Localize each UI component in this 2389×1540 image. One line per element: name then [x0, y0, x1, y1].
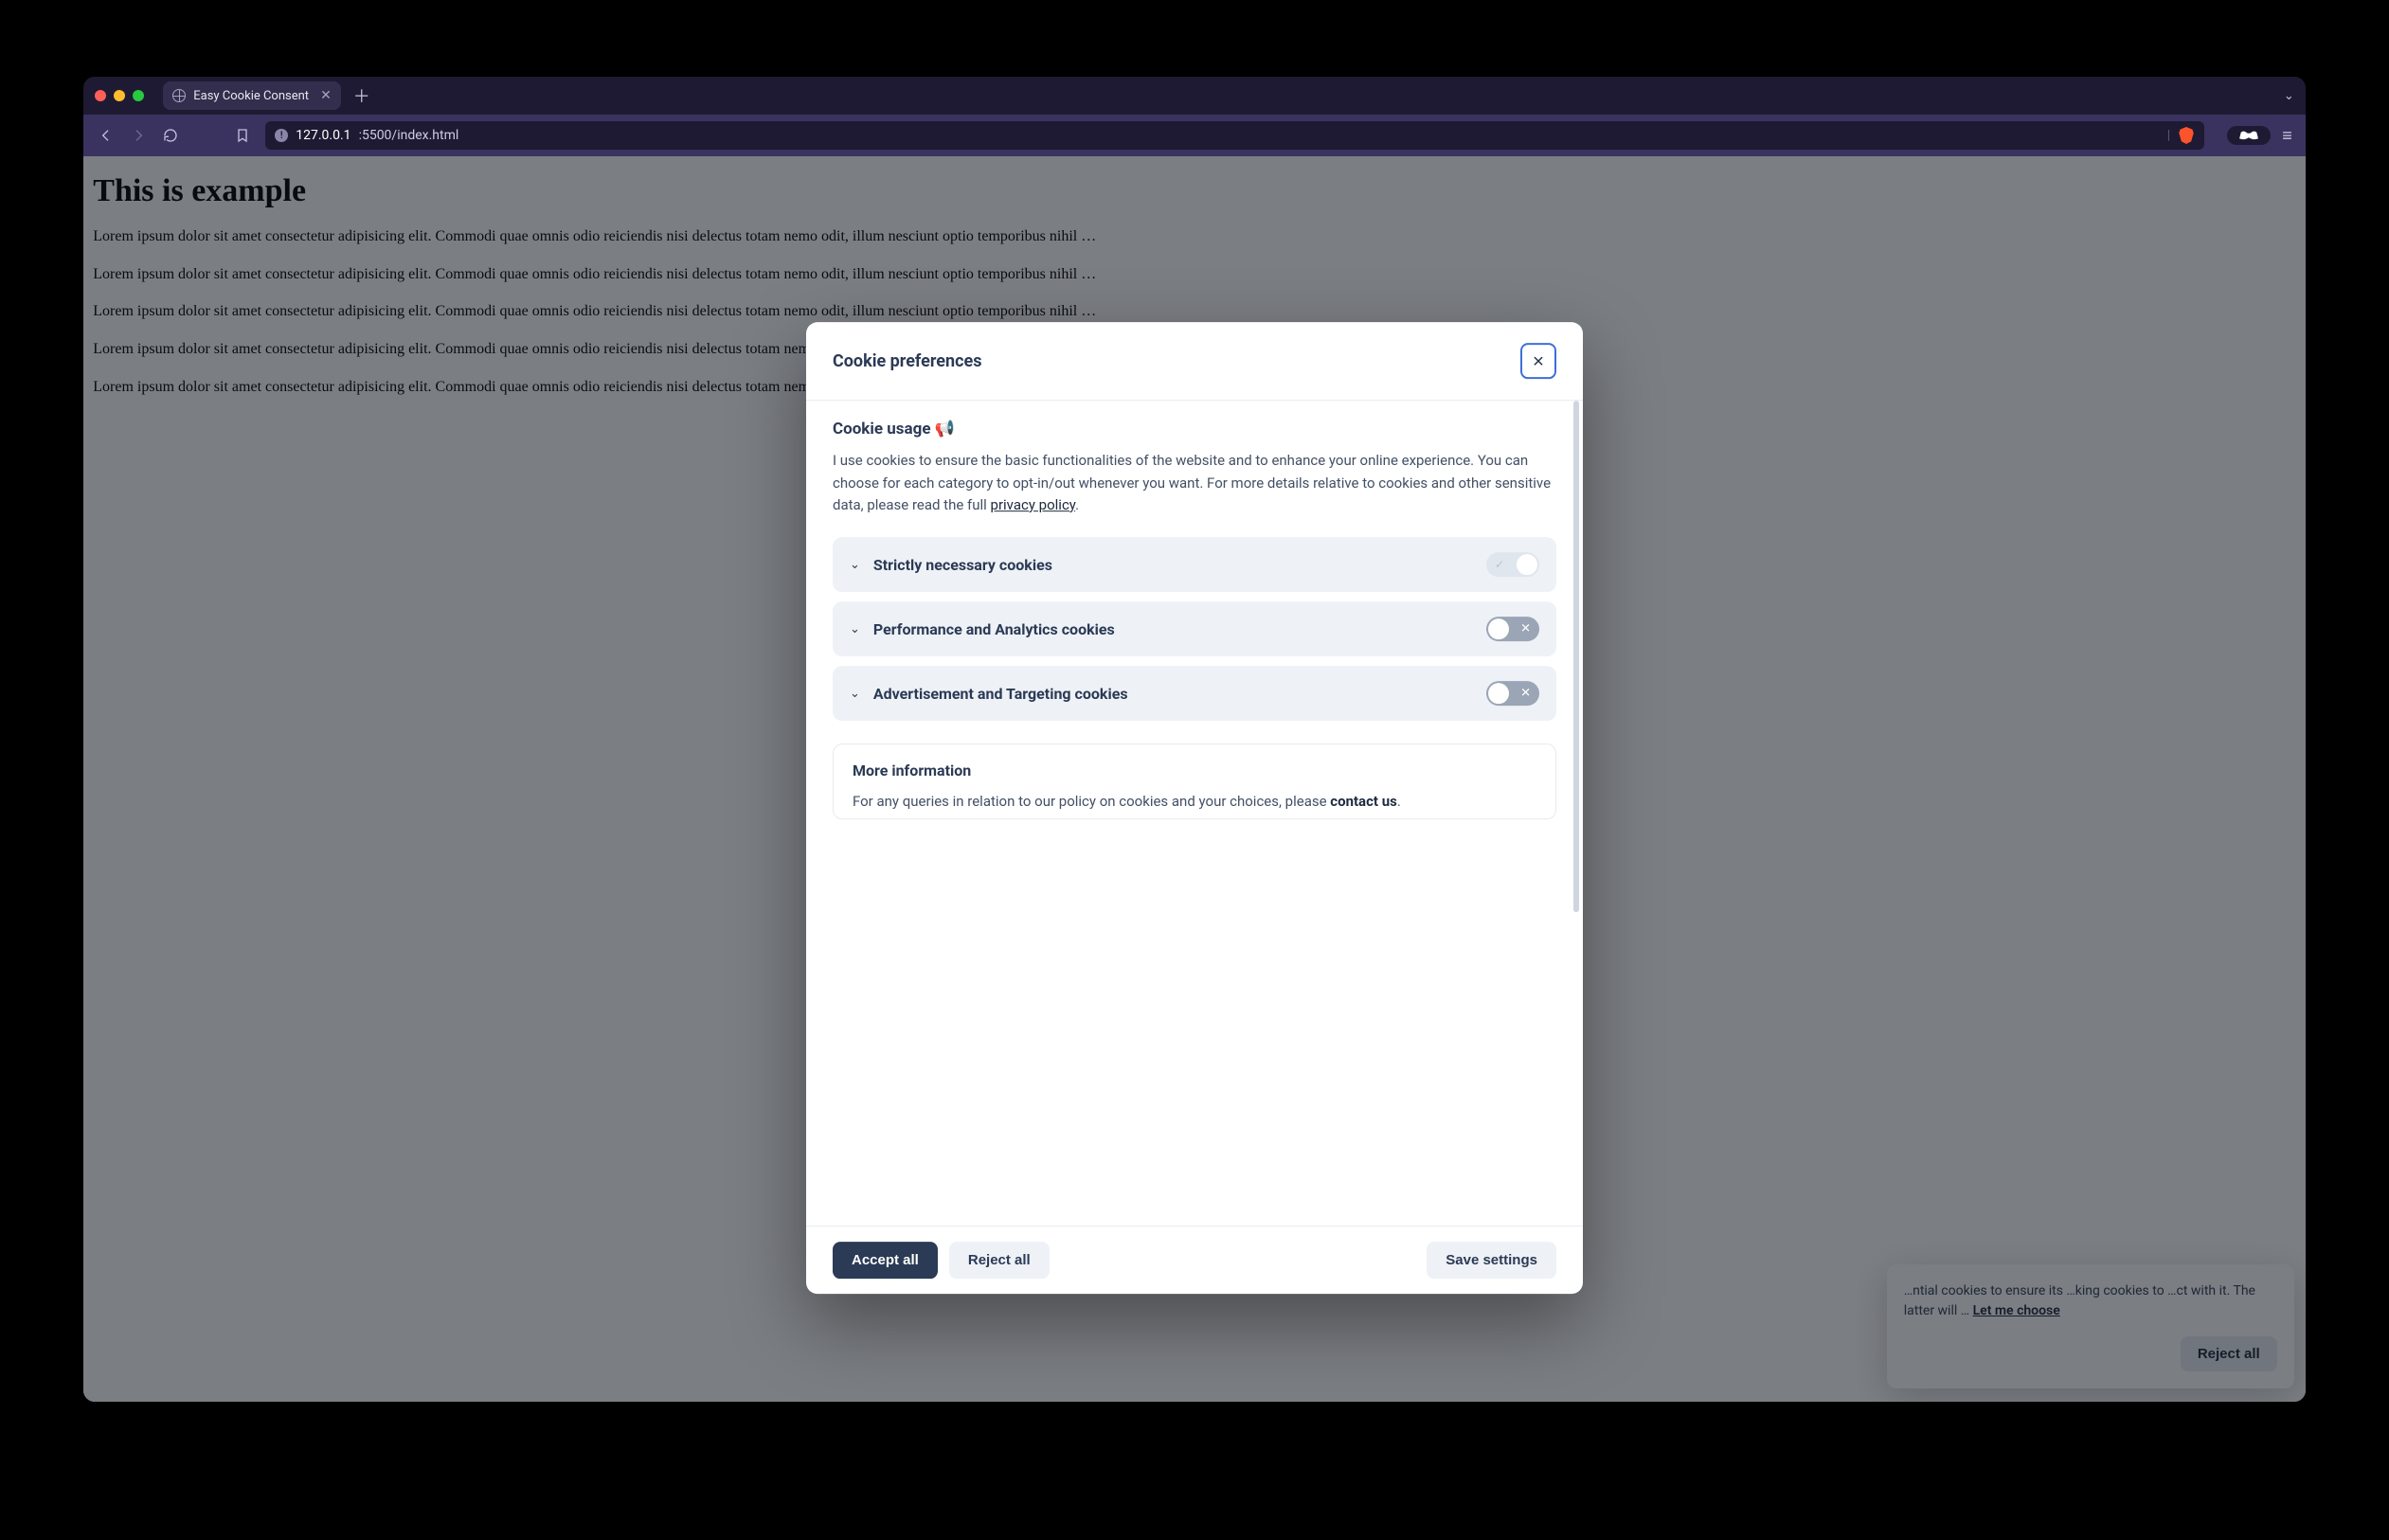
url-divider: | — [2167, 128, 2170, 143]
toggle-necessary: ✓ — [1486, 552, 1539, 577]
usage-heading: Cookie usage 📢 — [833, 421, 1556, 439]
category-label: Advertisement and Targeting cookies — [873, 685, 1473, 703]
scrollbar-thumb[interactable] — [1573, 402, 1579, 913]
accept-all-button[interactable]: Accept all — [833, 1242, 938, 1279]
category-label: Strictly necessary cookies — [873, 556, 1473, 574]
private-mode-icon[interactable] — [2227, 126, 2271, 145]
address-bar[interactable]: ! 127.0.0.1 :5500/index.html | — [265, 121, 2204, 150]
x-icon: ✕ — [1520, 622, 1531, 636]
modal-title: Cookie preferences — [833, 351, 981, 371]
chevron-down-icon: ⌄ — [850, 558, 860, 572]
toggle-knob — [1517, 554, 1537, 575]
toggle-advertisement[interactable]: ✕ — [1486, 681, 1539, 706]
tab-title: Easy Cookie Consent — [193, 89, 309, 103]
chevron-down-icon: ⌄ — [850, 687, 860, 701]
category-label: Performance and Analytics cookies — [873, 620, 1473, 638]
url-host: 127.0.0.1 — [296, 128, 350, 143]
bookmark-icon[interactable] — [233, 126, 252, 145]
navigation-bar: ! 127.0.0.1 :5500/index.html | ≡ — [83, 115, 2305, 156]
window-controls — [95, 90, 144, 101]
menu-button[interactable]: ≡ — [2282, 126, 2292, 146]
reject-all-button[interactable]: Reject all — [949, 1242, 1050, 1279]
new-tab-button[interactable]: ＋ — [349, 82, 375, 109]
url-path: :5500/index.html — [359, 128, 459, 143]
save-settings-button[interactable]: Save settings — [1427, 1242, 1556, 1279]
more-info-heading: More information — [853, 761, 1536, 779]
tab-close-icon[interactable]: ✕ — [320, 88, 332, 103]
more-info-text: For any queries in relation to our polic… — [853, 791, 1536, 813]
more-information-section: More information For any queries in rela… — [833, 743, 1556, 819]
toggle-knob — [1488, 618, 1509, 639]
globe-icon — [172, 89, 186, 102]
toggle-knob — [1488, 683, 1509, 704]
modal-footer: Accept all Reject all Save settings — [806, 1226, 1583, 1294]
contact-us-link[interactable]: contact us — [1330, 793, 1397, 810]
cookie-category-necessary[interactable]: ⌄ Strictly necessary cookies ✓ — [833, 537, 1556, 592]
chevron-down-icon: ⌄ — [850, 622, 860, 636]
usage-description: I use cookies to ensure the basic functi… — [833, 451, 1556, 517]
window-close[interactable] — [95, 90, 106, 101]
brave-shield-icon[interactable] — [2178, 126, 2195, 145]
browser-tab[interactable]: Easy Cookie Consent ✕ — [163, 81, 341, 110]
cookie-category-performance[interactable]: ⌄ Performance and Analytics cookies ✕ — [833, 601, 1556, 656]
browser-window: Easy Cookie Consent ✕ ＋ ⌄ ! 127.0.0.1 :55… — [83, 77, 2305, 1401]
forward-button[interactable] — [129, 126, 148, 145]
back-button[interactable] — [97, 126, 116, 145]
cookie-preferences-modal: Cookie preferences Cookie usage 📢 I use … — [806, 323, 1583, 1294]
site-info-icon[interactable]: ! — [275, 129, 288, 142]
page-viewport: This is example Lorem ipsum dolor sit am… — [83, 156, 2305, 1401]
privacy-policy-link[interactable]: privacy policy — [991, 496, 1076, 513]
modal-header: Cookie preferences — [806, 323, 1583, 402]
window-maximize[interactable] — [133, 90, 144, 101]
reload-button[interactable] — [161, 126, 180, 145]
toggle-performance[interactable]: ✕ — [1486, 617, 1539, 641]
check-icon: ✓ — [1495, 558, 1504, 571]
modal-body: Cookie usage 📢 I use cookies to ensure t… — [806, 402, 1583, 1226]
tab-strip: Easy Cookie Consent ✕ ＋ ⌄ — [83, 77, 2305, 115]
x-icon: ✕ — [1520, 687, 1531, 701]
cookie-category-advertisement[interactable]: ⌄ Advertisement and Targeting cookies ✕ — [833, 666, 1556, 721]
modal-close-button[interactable] — [1520, 344, 1556, 380]
tab-overflow-icon[interactable]: ⌄ — [2284, 89, 2294, 103]
window-minimize[interactable] — [114, 90, 125, 101]
